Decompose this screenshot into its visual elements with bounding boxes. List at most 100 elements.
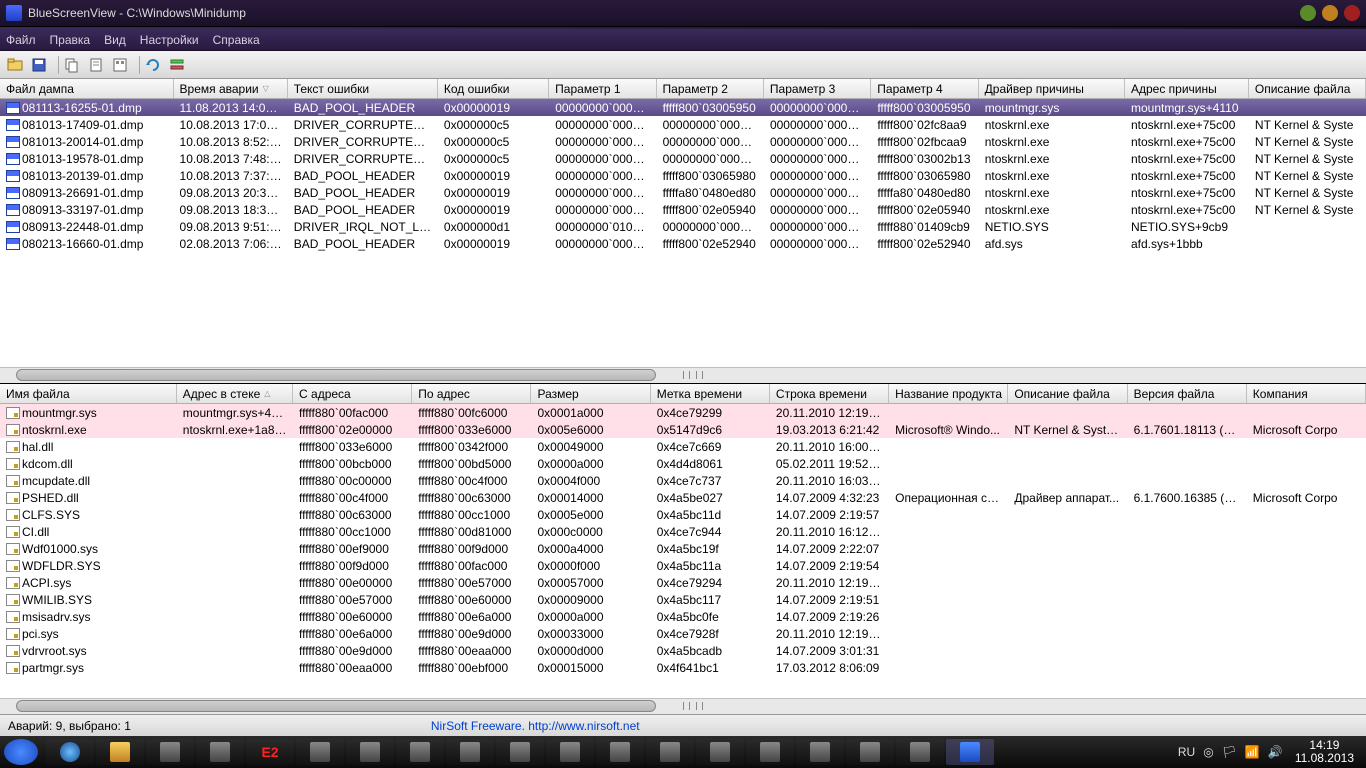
tray-volume-icon[interactable]: 🔊 bbox=[1268, 745, 1283, 759]
table-cell: 11.08.2013 14:06:42 bbox=[174, 101, 288, 115]
table-row[interactable]: hal.dllfffff800`033e6000fffff800`0342f00… bbox=[0, 438, 1366, 455]
table-row[interactable]: msisadrv.sysfffff880`00e60000fffff880`00… bbox=[0, 608, 1366, 625]
taskbar-item[interactable] bbox=[896, 739, 944, 765]
table-row[interactable]: 080913-33197-01.dmp09.08.2013 18:35:40BA… bbox=[0, 201, 1366, 218]
tray-clock[interactable]: 14:19 11.08.2013 bbox=[1295, 739, 1354, 765]
column-header[interactable]: Размер bbox=[531, 384, 650, 403]
table-row[interactable]: WMILIB.SYSfffff880`00e57000fffff880`00e6… bbox=[0, 591, 1366, 608]
taskbar-item[interactable] bbox=[396, 739, 444, 765]
table-cell: fffff800`02e05940 bbox=[871, 203, 978, 217]
column-header[interactable]: С адреса bbox=[293, 384, 412, 403]
column-header[interactable]: Текст ошибки bbox=[288, 79, 438, 98]
tray-nvidia-icon[interactable]: ◎ bbox=[1203, 745, 1213, 759]
table-row[interactable]: 081013-17409-01.dmp10.08.2013 17:00:11DR… bbox=[0, 116, 1366, 133]
column-header[interactable]: Адрес причины bbox=[1125, 79, 1249, 98]
taskbar-item[interactable] bbox=[496, 739, 544, 765]
table-row[interactable]: partmgr.sysfffff880`00eaa000fffff880`00e… bbox=[0, 659, 1366, 676]
table-cell: 00000000`000000... bbox=[657, 220, 764, 234]
table-row[interactable]: CI.dllfffff880`00cc1000fffff880`00d81000… bbox=[0, 523, 1366, 540]
menu-edit[interactable]: Правка bbox=[50, 33, 91, 47]
taskbar-item[interactable] bbox=[846, 739, 894, 765]
taskbar-item[interactable] bbox=[96, 739, 144, 765]
table-row[interactable]: mountmgr.sysmountmgr.sys+4110fffff880`00… bbox=[0, 404, 1366, 421]
column-header[interactable]: Параметр 3 bbox=[764, 79, 871, 98]
table-row[interactable]: mcupdate.dllfffff880`00c00000fffff880`00… bbox=[0, 472, 1366, 489]
drivers-hscroll[interactable] bbox=[0, 698, 1366, 714]
table-row[interactable]: 080913-26691-01.dmp09.08.2013 20:33:00BA… bbox=[0, 184, 1366, 201]
table-cell: ntoskrnl.exe+75c00 bbox=[1125, 152, 1249, 166]
table-row[interactable]: ntoskrnl.exentoskrnl.exe+1a84b3fffff800`… bbox=[0, 421, 1366, 438]
tb-copy-icon[interactable] bbox=[63, 56, 81, 74]
tb-properties-icon[interactable] bbox=[87, 56, 105, 74]
column-header[interactable]: Название продукта bbox=[889, 384, 1008, 403]
menu-help[interactable]: Справка bbox=[213, 33, 260, 47]
table-row[interactable]: Wdf01000.sysfffff880`00ef9000fffff880`00… bbox=[0, 540, 1366, 557]
table-cell: 0x4a5bcadb bbox=[651, 644, 770, 658]
column-header[interactable]: Код ошибки bbox=[438, 79, 549, 98]
menu-view[interactable]: Вид bbox=[104, 33, 126, 47]
taskbar-item[interactable] bbox=[46, 739, 94, 765]
taskbar-item[interactable] bbox=[596, 739, 644, 765]
column-header[interactable]: Метка времени bbox=[651, 384, 770, 403]
column-header[interactable]: Версия файла bbox=[1128, 384, 1247, 403]
taskbar-item[interactable] bbox=[646, 739, 694, 765]
taskbar-item-active[interactable] bbox=[946, 739, 994, 765]
table-row[interactable]: PSHED.dllfffff880`00c4f000fffff880`00c63… bbox=[0, 489, 1366, 506]
minimize-button[interactable] bbox=[1300, 5, 1316, 21]
dumps-hscroll[interactable] bbox=[0, 367, 1366, 383]
taskbar-item[interactable] bbox=[346, 739, 394, 765]
taskbar-item[interactable]: E2 bbox=[246, 739, 294, 765]
row-icon bbox=[6, 560, 20, 572]
tb-find-icon[interactable] bbox=[111, 56, 129, 74]
column-header[interactable]: Адрес в стеке△ bbox=[177, 384, 293, 403]
tray-network-icon[interactable]: 📶 bbox=[1245, 745, 1260, 759]
tray-lang[interactable]: RU bbox=[1178, 745, 1195, 759]
table-row[interactable]: 080913-22448-01.dmp09.08.2013 9:51:51DRI… bbox=[0, 218, 1366, 235]
column-header[interactable]: По адрес bbox=[412, 384, 531, 403]
table-row[interactable]: WDFLDR.SYSfffff880`00f9d000fffff880`00fa… bbox=[0, 557, 1366, 574]
menu-file[interactable]: Файл bbox=[6, 33, 36, 47]
column-header[interactable]: Параметр 2 bbox=[657, 79, 764, 98]
taskbar-item[interactable] bbox=[746, 739, 794, 765]
column-header[interactable]: Описание файла bbox=[1249, 79, 1366, 98]
column-header[interactable]: Время аварии▽ bbox=[174, 79, 288, 98]
column-header[interactable]: Строка времени bbox=[770, 384, 889, 403]
close-button[interactable] bbox=[1344, 5, 1360, 21]
column-header[interactable]: Файл дампа bbox=[0, 79, 174, 98]
menu-options[interactable]: Настройки bbox=[140, 33, 199, 47]
tray-flag-icon[interactable]: 🏳 bbox=[1222, 745, 1237, 759]
status-link[interactable]: NirSoft Freeware. http://www.nirsoft.net bbox=[431, 719, 640, 733]
taskbar-item[interactable] bbox=[446, 739, 494, 765]
table-row[interactable]: 081113-16255-01.dmp11.08.2013 14:06:42BA… bbox=[0, 99, 1366, 116]
taskbar-item[interactable] bbox=[296, 739, 344, 765]
taskbar-item[interactable] bbox=[546, 739, 594, 765]
tb-refresh-icon[interactable] bbox=[144, 56, 162, 74]
table-cell: 0x4a5bc117 bbox=[651, 593, 770, 607]
tb-options-icon[interactable] bbox=[168, 56, 186, 74]
taskbar-item[interactable] bbox=[196, 739, 244, 765]
tb-open-icon[interactable] bbox=[6, 56, 24, 74]
table-cell: 00000000`000000... bbox=[657, 152, 764, 166]
table-row[interactable]: 080213-16660-01.dmp02.08.2013 7:06:14BAD… bbox=[0, 235, 1366, 252]
column-header[interactable]: Параметр 1 bbox=[549, 79, 656, 98]
column-header[interactable]: Драйвер причины bbox=[979, 79, 1125, 98]
taskbar-item[interactable] bbox=[146, 739, 194, 765]
table-row[interactable]: vdrvroot.sysfffff880`00e9d000fffff880`00… bbox=[0, 642, 1366, 659]
taskbar-item[interactable] bbox=[796, 739, 844, 765]
column-header[interactable]: Имя файла bbox=[0, 384, 177, 403]
table-row[interactable]: CLFS.SYSfffff880`00c63000fffff880`00cc10… bbox=[0, 506, 1366, 523]
table-row[interactable]: 081013-20014-01.dmp10.08.2013 8:52:56DRI… bbox=[0, 133, 1366, 150]
taskbar-item[interactable] bbox=[696, 739, 744, 765]
maximize-button[interactable] bbox=[1322, 5, 1338, 21]
column-header[interactable]: Описание файла bbox=[1008, 384, 1127, 403]
table-row[interactable]: pci.sysfffff880`00e6a000fffff880`00e9d00… bbox=[0, 625, 1366, 642]
table-row[interactable]: 081013-19578-01.dmp10.08.2013 7:48:28DRI… bbox=[0, 150, 1366, 167]
column-header[interactable]: Компания bbox=[1247, 384, 1366, 403]
column-header[interactable]: Параметр 4 bbox=[871, 79, 978, 98]
start-button[interactable] bbox=[4, 739, 38, 765]
table-row[interactable]: 081013-20139-01.dmp10.08.2013 7:37:50BAD… bbox=[0, 167, 1366, 184]
table-row[interactable]: ACPI.sysfffff880`00e00000fffff880`00e570… bbox=[0, 574, 1366, 591]
table-cell: 10.08.2013 7:48:28 bbox=[174, 152, 288, 166]
tb-save-icon[interactable] bbox=[30, 56, 48, 74]
table-row[interactable]: kdcom.dllfffff800`00bcb000fffff800`00bd5… bbox=[0, 455, 1366, 472]
